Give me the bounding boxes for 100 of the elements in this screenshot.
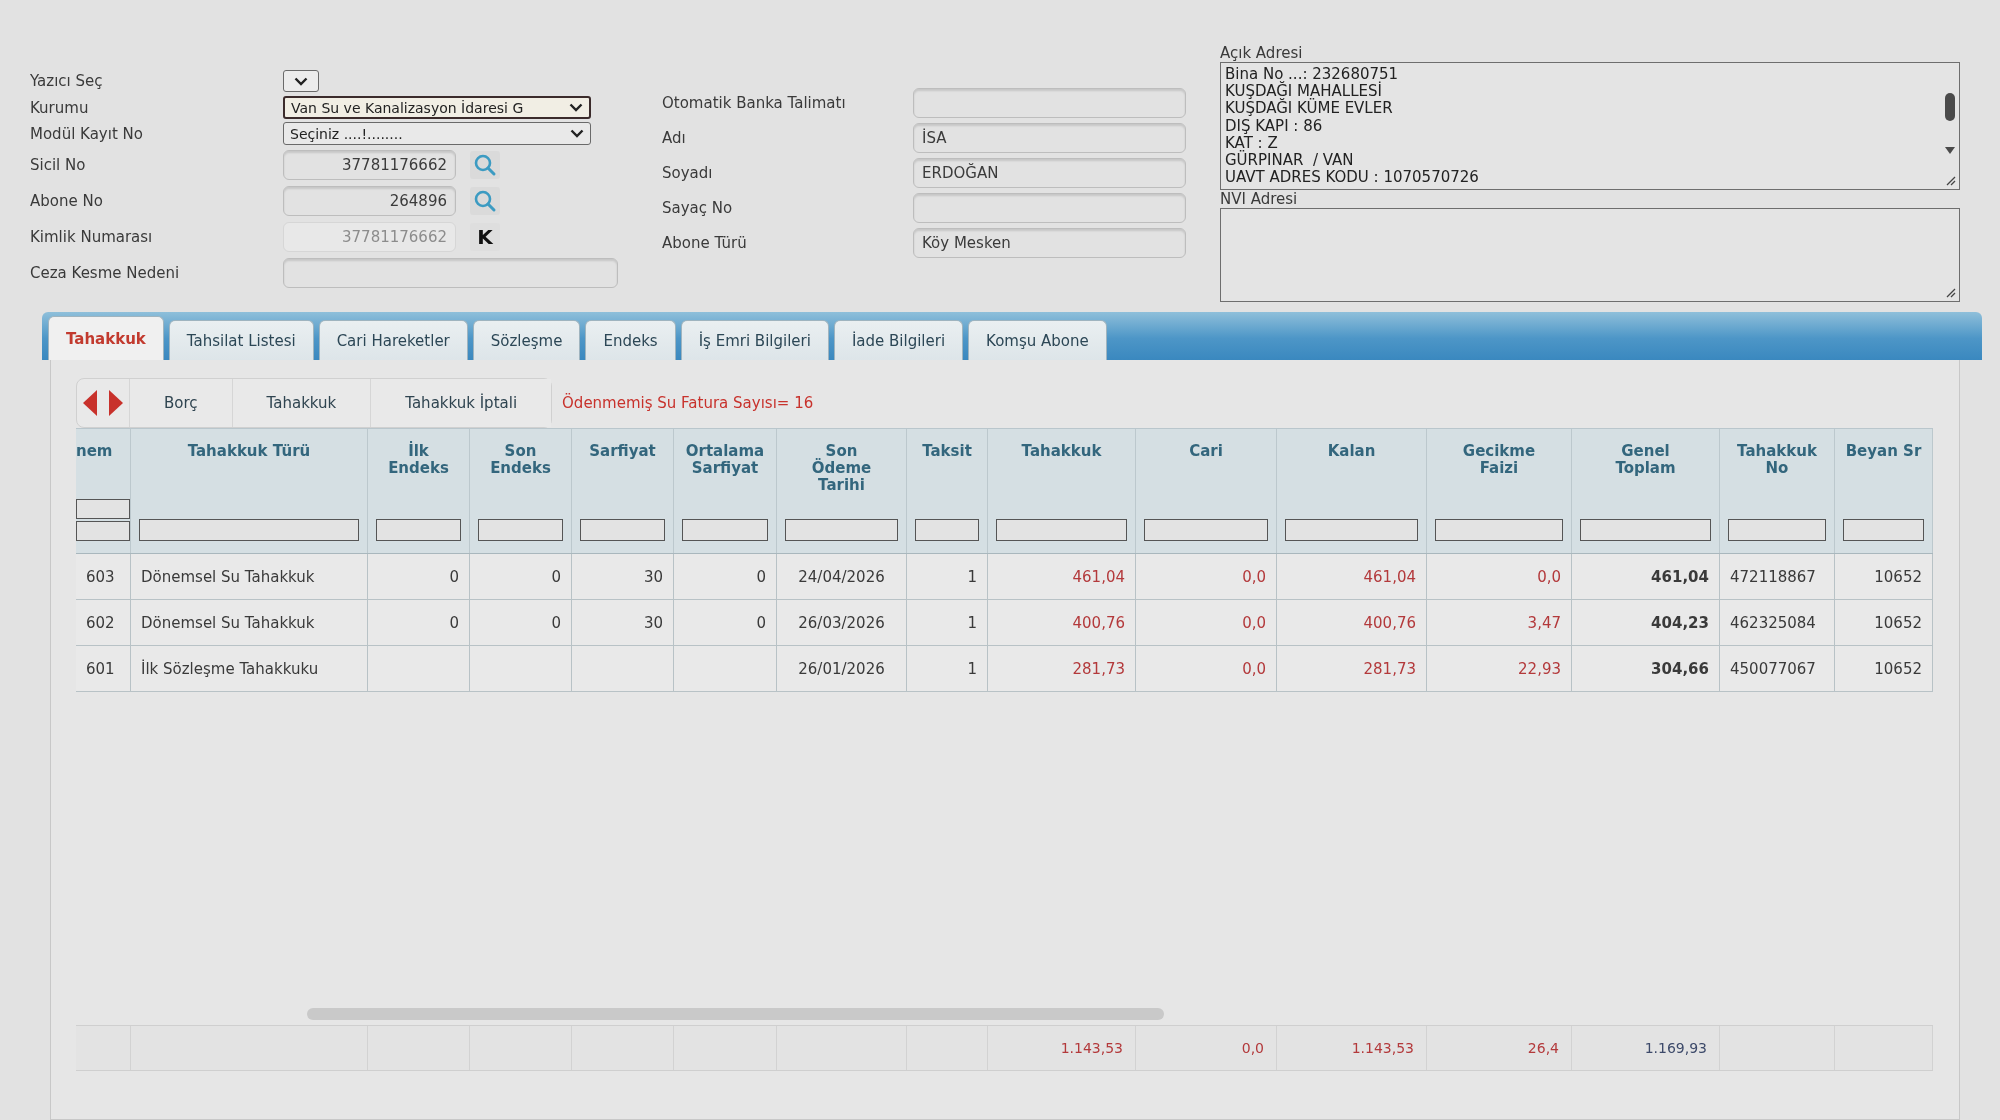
table-cell: 450077067 [1720, 646, 1835, 691]
table-cell: 1 [907, 554, 988, 599]
filter-field[interactable] [376, 519, 461, 541]
input-field[interactable]: ERDOĞAN [913, 158, 1186, 188]
input-field[interactable]: 37781176662 [283, 150, 456, 180]
table-cell: 10652 [1835, 646, 1933, 691]
table-cell: 461,04 [1572, 554, 1720, 599]
table-cell: 602 [76, 600, 131, 645]
filter-field[interactable] [1728, 519, 1826, 541]
column-header: Ortalama Sarfiyat [685, 443, 765, 477]
filter-field[interactable] [1435, 519, 1563, 541]
tab[interactable]: Tahakkuk [48, 316, 164, 360]
filter-field[interactable] [1144, 519, 1268, 541]
table-cell: 0 [470, 554, 572, 599]
filter-field[interactable] [1285, 519, 1418, 541]
column-header: Genel Toplam [1615, 443, 1676, 477]
filter-field[interactable] [1843, 519, 1924, 541]
input-field[interactable] [913, 88, 1186, 118]
table-cell: 0,0 [1136, 646, 1277, 691]
address-field[interactable]: Bina No ...: 232680751 KUŞDAĞI MAHALLESİ KUŞDAĞI KÜME EVLER DIŞ KAPI : 86 KAT : Z GÜRPINAR / VAN UAVT ADRES KODU : 1070570726 [1220, 62, 1960, 190]
field-label: Modül Kayıt No [29, 124, 144, 143]
total-cell: 1.143,53 [1277, 1026, 1427, 1070]
input-field[interactable]: İSA [913, 123, 1186, 153]
table-cell: 3,47 [1427, 600, 1572, 645]
filter-field[interactable] [580, 519, 665, 541]
tab[interactable]: Sözleşme [472, 320, 581, 360]
table-cell: Dönemsel Su Tahakkuk [131, 554, 368, 599]
table-cell: 281,73 [988, 646, 1136, 691]
table-cell: 22,93 [1427, 646, 1572, 691]
column-header: Cari [1189, 443, 1223, 460]
table-cell: 0,0 [1136, 600, 1277, 645]
input-field[interactable]: 264896 [283, 186, 456, 216]
table-cell: 603 [76, 554, 131, 599]
field-label: Abone Türü [661, 234, 748, 252]
table-cell: 1 [907, 646, 988, 691]
table-cell: 0 [470, 600, 572, 645]
filter-field[interactable] [478, 519, 563, 541]
input-field[interactable] [283, 258, 618, 288]
resize-grip-icon[interactable] [1946, 176, 1956, 186]
total-cell: 1.143,53 [988, 1026, 1136, 1070]
table-cell: 0,0 [1427, 554, 1572, 599]
table-cell: 1 [907, 600, 988, 645]
dropdown[interactable] [283, 70, 319, 92]
filter-field[interactable] [682, 519, 768, 541]
table-cell: İlk Sözleşme Tahakkuku [131, 646, 368, 691]
column-header: Son Ödeme Tarihi [811, 443, 872, 494]
column-header: Taksit [922, 443, 972, 460]
dropdown[interactable]: Seçiniz ....!........ [283, 122, 591, 145]
field-label: Kimlik Numarası [29, 228, 154, 246]
scrollbar-thumb[interactable] [307, 1008, 1164, 1020]
chevron-down-icon [294, 76, 308, 86]
table-cell: 30 [572, 600, 674, 645]
resize-grip-icon[interactable] [1946, 288, 1956, 298]
filter-field[interactable] [996, 519, 1127, 541]
input-field[interactable] [913, 193, 1186, 223]
table-cell: 30 [572, 554, 674, 599]
filter-field[interactable] [915, 519, 979, 541]
table-cell: 26/01/2026 [777, 646, 907, 691]
triangle-right-icon[interactable] [109, 390, 123, 416]
column-header: Son Endeks [490, 443, 551, 477]
table-cell: 400,76 [1277, 600, 1427, 645]
tab[interactable]: Tahsilat Listesi [168, 320, 314, 360]
table-cell: Dönemsel Su Tahakkuk [131, 600, 368, 645]
table-cell: 0 [368, 600, 470, 645]
field-label: Kurumu [29, 98, 90, 117]
field-label: Açık Adresi [1220, 44, 1304, 62]
filter-field[interactable] [1580, 519, 1711, 541]
field-label: Adı [661, 129, 687, 147]
tab[interactable]: Cari Hareketler [318, 320, 468, 360]
field-label: NVI Adresi [1220, 190, 1299, 208]
field-label: Ceza Kesme Nedeni [29, 264, 181, 282]
unpaid-notice: Ödenmemiş Su Fatura Sayısı= 16 [562, 394, 814, 412]
filter-field[interactable] [785, 519, 898, 541]
filter-field[interactable] [139, 519, 359, 541]
input-field[interactable]: Köy Mesken [913, 228, 1186, 258]
table-cell: 0,0 [1136, 554, 1277, 599]
table-cell: 281,73 [1277, 646, 1427, 691]
address-field[interactable] [1220, 208, 1960, 302]
chevron-down-icon [570, 129, 584, 138]
filter-field[interactable] [76, 521, 130, 541]
table-cell: 0 [368, 554, 470, 599]
tab[interactable]: İş Emri Bilgileri [680, 320, 829, 360]
field-label: Abone No [29, 192, 104, 210]
table-cell: 461,04 [1277, 554, 1427, 599]
table-cell: 10652 [1835, 554, 1933, 599]
total-cell: 0,0 [1136, 1026, 1277, 1070]
column-header: Tahakkuk Türü [187, 443, 311, 460]
field-label: Otomatik Banka Talimatı [661, 94, 847, 112]
triangle-left-icon[interactable] [83, 390, 97, 416]
toolbar-button[interactable]: Tahakkuk İptali [370, 379, 552, 427]
tab[interactable]: İade Bilgileri [833, 320, 964, 360]
table-cell: 304,66 [1572, 646, 1720, 691]
column-header: Tahakkuk [1021, 443, 1102, 460]
tab[interactable]: Endeks [585, 320, 676, 360]
column-header: Gecikme Faizi [1462, 443, 1536, 477]
dropdown[interactable]: Van Su ve Kanalizasyon İdaresi G [283, 96, 591, 119]
field-label: Yazıcı Seç [29, 72, 104, 90]
tab[interactable]: Komşu Abone [968, 320, 1107, 360]
field-label: Sayaç No [661, 199, 734, 217]
filter-field[interactable] [76, 499, 130, 519]
